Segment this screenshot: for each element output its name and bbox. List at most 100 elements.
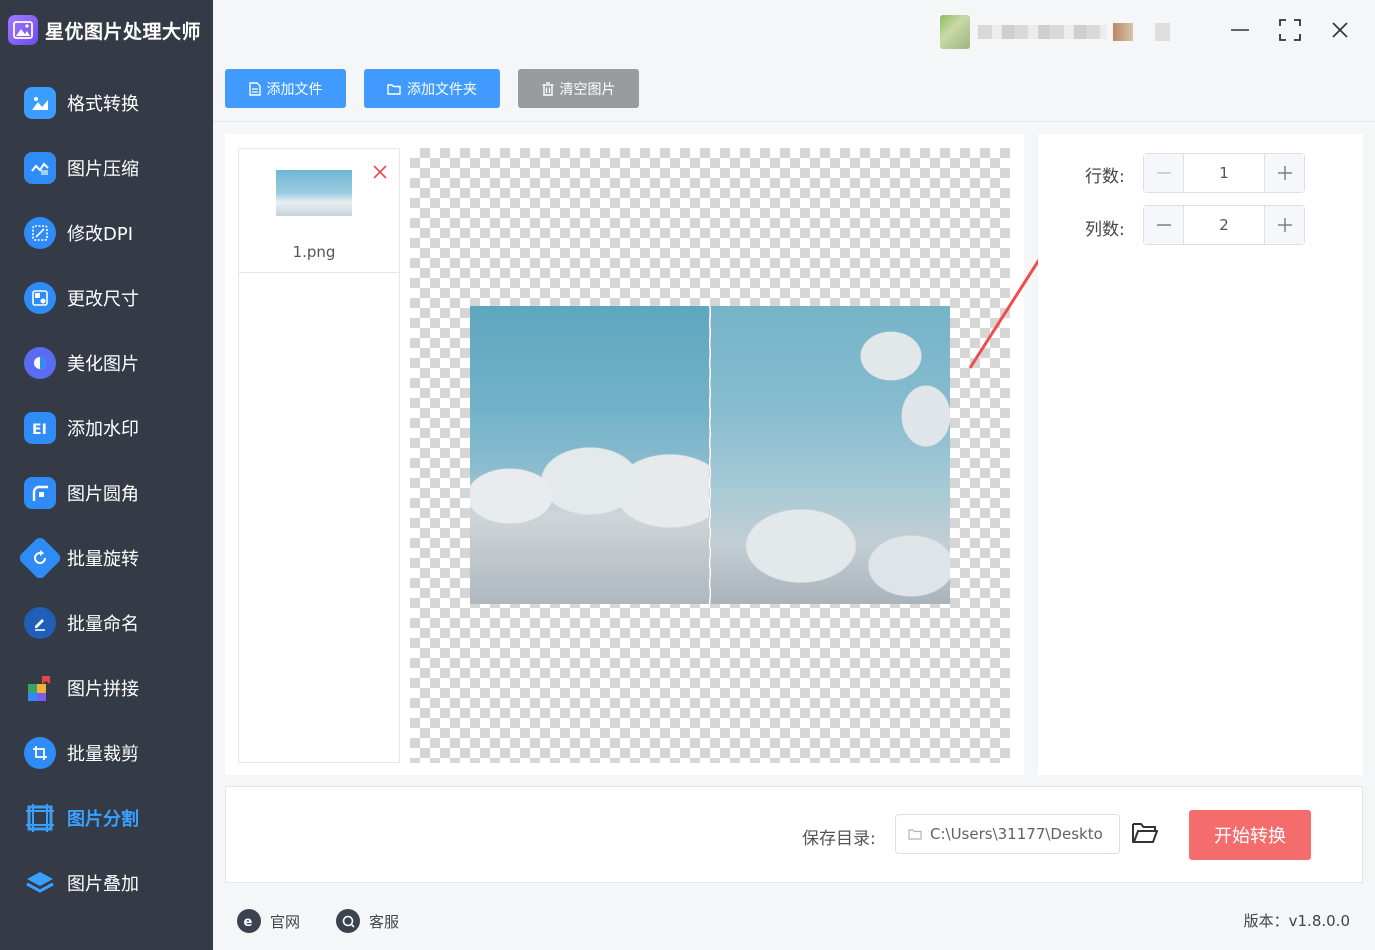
customer-service-link[interactable]: 客服: [336, 909, 399, 933]
folder-icon: [908, 829, 922, 840]
minimize-icon: [1231, 29, 1249, 31]
cols-increment-button[interactable]: [1264, 206, 1304, 244]
sidebar-item-beautify[interactable]: 美化图片: [0, 330, 213, 395]
app-logo-icon: [8, 15, 38, 45]
customer-service-label: 客服: [369, 912, 400, 931]
plus-icon: [1277, 218, 1292, 232]
sidebar-item-format-convert[interactable]: 格式转换: [0, 70, 213, 135]
layers-icon: [24, 867, 56, 899]
file-name: 1.png: [292, 243, 336, 261]
minus-icon: [1156, 224, 1171, 226]
browse-folder-button[interactable]: [1131, 821, 1161, 849]
close-icon: [373, 165, 387, 179]
save-dir-input[interactable]: C:\Users\31177\Deskto: [895, 814, 1120, 854]
image-preview: [410, 148, 1010, 763]
split-tile-2: [711, 306, 950, 604]
rotate-icon: [17, 534, 63, 581]
version-label: 版本：v1.8.0.0: [1243, 912, 1350, 930]
split-icon: [24, 802, 56, 834]
sidebar-item-label: 添加水印: [67, 418, 139, 440]
sidebar-item-image-overlay[interactable]: 图片叠加: [0, 850, 213, 915]
round-corner-icon: [24, 476, 56, 509]
cols-label: 列数:: [1085, 220, 1125, 240]
close-icon: [1332, 22, 1348, 38]
output-panel: 保存目录: C:\Users\31177\Deskto 开始转换: [225, 786, 1363, 883]
start-convert-button[interactable]: 开始转换: [1189, 810, 1311, 860]
sidebar-item-label: 图片拼接: [67, 678, 139, 700]
blurred-badge: [1112, 23, 1134, 41]
sidebar-item-batch-crop[interactable]: 批量裁剪: [0, 720, 213, 785]
file-thumbnail: [276, 170, 352, 216]
close-window-button[interactable]: [1324, 14, 1356, 46]
rename-icon: [24, 606, 56, 639]
image-convert-icon: [24, 86, 56, 119]
rows-increment-button[interactable]: [1264, 154, 1304, 192]
cols-decrement-button[interactable]: [1144, 206, 1184, 244]
user-account-area[interactable]: [940, 14, 1170, 50]
dpi-icon: [24, 216, 56, 249]
rows-decrement-button[interactable]: [1144, 154, 1184, 192]
title-bar: [213, 0, 1375, 58]
beautify-icon: [24, 346, 56, 379]
browser-icon: e: [237, 909, 261, 933]
sidebar-item-label: 美化图片: [67, 353, 139, 375]
add-folder-button[interactable]: 添加文件夹: [364, 69, 500, 108]
svg-text:EI: EI: [32, 422, 47, 436]
folder-icon: [387, 83, 401, 95]
app-title: 星优图片处理大师: [45, 20, 202, 43]
sidebar-item-label: 图片圆角: [67, 483, 139, 505]
svg-text:e: e: [244, 915, 253, 928]
sidebar-item-image-split[interactable]: 图片分割: [0, 785, 213, 850]
cols-value[interactable]: 2: [1184, 206, 1264, 244]
clear-images-button[interactable]: 清空图片: [518, 69, 639, 108]
maximize-icon: [1279, 19, 1301, 41]
sidebar-item-watermark[interactable]: EI 添加水印: [0, 395, 213, 460]
sidebar-item-image-stitch[interactable]: 图片拼接: [0, 655, 213, 720]
crop-icon: [24, 736, 56, 769]
sidebar-item-label: 图片分割: [67, 808, 139, 830]
rows-stepper[interactable]: 1: [1143, 153, 1305, 193]
sidebar-item-round-corner[interactable]: 图片圆角: [0, 460, 213, 525]
settings-panel: 行数: 1 列数: 2: [1038, 134, 1363, 775]
sidebar-nav: 格式转换 图片压缩 修改DPI 更改尺寸 美化图片 EI 添加水印 图片圆角 批: [0, 70, 213, 915]
add-file-button[interactable]: 添加文件: [225, 69, 346, 108]
resize-icon: [24, 281, 56, 314]
minus-icon: [1156, 172, 1171, 174]
puzzle-icon: [24, 672, 56, 704]
workspace-panel: 1.png: [225, 134, 1024, 775]
footer: e 官网 客服 版本：v1.8.0.0: [213, 892, 1375, 950]
website-link[interactable]: e 官网: [237, 909, 300, 933]
sidebar: 星优图片处理大师 格式转换 图片压缩 修改DPI 更改尺寸 美化图片 EI 添加…: [0, 0, 213, 950]
sidebar-item-modify-dpi[interactable]: 修改DPI: [0, 200, 213, 265]
watermark-icon: EI: [24, 411, 56, 444]
maximize-button[interactable]: [1274, 14, 1306, 46]
remove-file-button[interactable]: [371, 163, 389, 181]
chat-icon: [336, 909, 360, 933]
sidebar-item-image-compress[interactable]: 图片压缩: [0, 135, 213, 200]
sidebar-item-label: 图片叠加: [67, 873, 139, 895]
sidebar-item-label: 批量旋转: [67, 548, 139, 570]
clear-images-label: 清空图片: [559, 81, 616, 98]
split-tile-1: [470, 306, 709, 604]
cols-stepper[interactable]: 2: [1143, 205, 1305, 245]
trash-icon: [542, 81, 553, 96]
file-icon: [248, 81, 261, 96]
website-label: 官网: [270, 912, 301, 931]
rows-value[interactable]: 1: [1184, 154, 1264, 192]
sidebar-item-label: 批量裁剪: [67, 743, 139, 765]
open-folder-icon: [1132, 823, 1158, 843]
sidebar-item-batch-rotate[interactable]: 批量旋转: [0, 525, 213, 590]
sidebar-item-label: 批量命名: [67, 613, 139, 635]
add-file-label: 添加文件: [266, 81, 323, 98]
blurred-username: [977, 25, 1107, 39]
image-compress-icon: [24, 151, 56, 184]
sidebar-item-label: 图片压缩: [67, 158, 139, 180]
sidebar-item-batch-rename[interactable]: 批量命名: [0, 590, 213, 655]
list-item[interactable]: 1.png: [239, 149, 399, 273]
add-folder-label: 添加文件夹: [407, 81, 477, 98]
avatar[interactable]: [940, 15, 970, 49]
minimize-button[interactable]: [1224, 14, 1256, 46]
rows-label: 行数:: [1085, 167, 1125, 187]
sidebar-item-resize[interactable]: 更改尺寸: [0, 265, 213, 330]
save-dir-label: 保存目录:: [802, 829, 876, 849]
